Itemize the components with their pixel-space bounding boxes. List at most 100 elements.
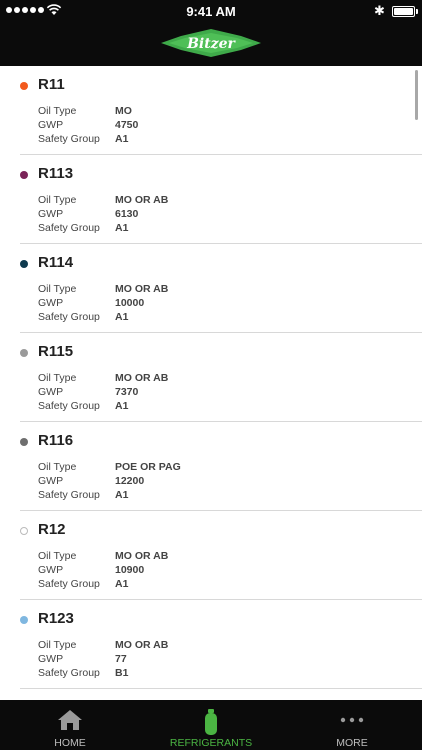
oil-type-value: POE OR PAG xyxy=(115,461,181,473)
gwp-row: GWP 77 xyxy=(38,653,127,665)
gwp-label: GWP xyxy=(38,208,64,220)
safety-group-value: A1 xyxy=(115,222,129,234)
oil-type-row: Oil Type MO OR AB xyxy=(38,194,168,206)
color-dot xyxy=(20,438,28,446)
oil-type-value: MO OR AB xyxy=(115,372,169,384)
oil-type-label: Oil Type xyxy=(38,372,77,384)
gwp-row: GWP 10000 xyxy=(38,297,144,309)
battery-icon xyxy=(392,6,418,17)
refrigerant-name: R115 xyxy=(38,343,74,360)
safety-group-row: Safety Group A1 xyxy=(38,489,128,501)
gwp-label: GWP xyxy=(38,297,64,309)
status-bar: 9:41 AM ✱ xyxy=(0,0,422,22)
safety-group-label: Safety Group xyxy=(38,133,100,145)
safety-group-label: Safety Group xyxy=(38,489,100,501)
gwp-value: 10000 xyxy=(115,297,145,309)
home-icon xyxy=(58,710,82,730)
gwp-label: GWP xyxy=(38,386,64,398)
safety-group-label: Safety Group xyxy=(38,222,100,234)
safety-group-label: Safety Group xyxy=(38,311,100,323)
tab-refrigerants-label: REFRIGERANTS xyxy=(169,737,253,749)
color-dot xyxy=(20,527,28,535)
refrigerant-item[interactable]: R113 Oil Type MO OR AB GWP 6130 Safety Group A… xyxy=(20,155,422,244)
bluetooth-icon: ✱ xyxy=(374,3,385,18)
refrigerant-item[interactable]: R114 Oil Type MO OR AB GWP 10000 Safety Group… xyxy=(20,244,422,333)
oil-type-value: MO OR AB xyxy=(115,194,169,206)
gwp-label: GWP xyxy=(38,475,64,487)
color-dot xyxy=(20,616,28,624)
refrigerant-item[interactable]: R115 Oil Type MO OR AB GWP 7370 Safety Group A… xyxy=(20,333,422,422)
refrigerant-item[interactable]: R12 Oil Type MO OR AB GWP 10900 Safety Group A… xyxy=(20,511,422,600)
gwp-value: 12200 xyxy=(115,475,145,487)
more-dots-icon xyxy=(340,717,364,723)
oil-type-row: Oil Type MO OR AB xyxy=(38,639,168,651)
oil-type-row: Oil Type MO OR AB xyxy=(38,372,168,384)
gwp-label: GWP xyxy=(38,119,64,131)
app-header: 9:41 AM ✱ Bitzer xyxy=(0,0,422,66)
gwp-value: 77 xyxy=(115,653,127,665)
refrigerant-name: R114 xyxy=(38,254,74,271)
safety-group-label: Safety Group xyxy=(38,400,100,412)
oil-type-label: Oil Type xyxy=(38,461,77,473)
tab-refrigerants[interactable]: REFRIGERANTS xyxy=(141,700,281,750)
safety-group-row: Safety Group A1 xyxy=(38,222,128,234)
oil-type-label: Oil Type xyxy=(38,283,77,295)
color-dot xyxy=(20,171,28,179)
safety-group-row: Safety Group A1 xyxy=(38,311,128,323)
gwp-value: 7370 xyxy=(115,386,139,398)
tab-more[interactable]: MORE xyxy=(282,700,422,750)
refrigerant-item[interactable]: R116 Oil Type POE OR PAG GWP 12200 Safety Gro… xyxy=(20,422,422,511)
color-dot xyxy=(20,82,28,90)
safety-group-value: B1 xyxy=(115,667,129,679)
oil-type-row: Oil Type POE OR PAG xyxy=(38,461,181,473)
gwp-value: 4750 xyxy=(115,119,139,131)
gwp-row: GWP 6130 xyxy=(38,208,138,220)
refrigerant-item[interactable]: R11 Oil Type MO GWP 4750 Safety Group A1 xyxy=(20,66,422,155)
gwp-label: GWP xyxy=(38,653,64,665)
oil-type-label: Oil Type xyxy=(38,550,77,562)
safety-group-value: A1 xyxy=(115,578,129,590)
gwp-row: GWP 10900 xyxy=(38,564,144,576)
safety-group-value: A1 xyxy=(115,133,129,145)
tab-home-label: HOME xyxy=(54,737,86,749)
safety-group-row: Safety Group A1 xyxy=(38,578,128,590)
safety-group-value: A1 xyxy=(115,311,129,323)
refrigerant-list[interactable]: R11 Oil Type MO GWP 4750 Safety Group A1 R113 Oi… xyxy=(0,66,422,700)
gwp-row: GWP 4750 xyxy=(38,119,138,131)
gas-cylinder-icon xyxy=(205,709,217,735)
safety-group-row: Safety Group B1 xyxy=(38,667,128,679)
gwp-row: GWP 7370 xyxy=(38,386,138,398)
status-time: 9:41 AM xyxy=(186,4,236,19)
oil-type-row: Oil Type MO OR AB xyxy=(38,550,168,562)
tab-bar: HOME REFRIGERANTS MORE xyxy=(0,700,422,750)
gwp-label: GWP xyxy=(38,564,64,576)
tab-home[interactable]: HOME xyxy=(0,700,140,750)
safety-group-value: A1 xyxy=(115,400,129,412)
tab-more-label: MORE xyxy=(336,737,368,749)
safety-group-value: A1 xyxy=(115,489,129,501)
gwp-value: 10900 xyxy=(115,564,145,576)
color-dot xyxy=(20,349,28,357)
oil-type-value: MO xyxy=(115,105,132,117)
gwp-value: 6130 xyxy=(115,208,139,220)
refrigerant-name: R116 xyxy=(38,432,74,449)
safety-group-label: Safety Group xyxy=(38,578,100,590)
oil-type-row: Oil Type MO xyxy=(38,105,132,117)
svg-text:Bitzer: Bitzer xyxy=(186,36,236,52)
color-dot xyxy=(20,260,28,268)
oil-type-value: MO OR AB xyxy=(115,639,169,651)
gwp-row: GWP 12200 xyxy=(38,475,144,487)
refrigerant-name: R11 xyxy=(38,76,65,93)
oil-type-row: Oil Type MO OR AB xyxy=(38,283,168,295)
oil-type-value: MO OR AB xyxy=(115,283,169,295)
scrollbar[interactable] xyxy=(415,70,418,120)
refrigerant-name: R113 xyxy=(38,165,74,182)
refrigerant-name: R123 xyxy=(38,610,74,627)
safety-group-row: Safety Group A1 xyxy=(38,133,128,145)
safety-group-label: Safety Group xyxy=(38,667,100,679)
oil-type-label: Oil Type xyxy=(38,105,77,117)
oil-type-label: Oil Type xyxy=(38,639,77,651)
oil-type-label: Oil Type xyxy=(38,194,77,206)
refrigerant-item[interactable]: R123 Oil Type MO OR AB GWP 77 Safety Group B1 xyxy=(20,600,422,689)
safety-group-row: Safety Group A1 xyxy=(38,400,128,412)
